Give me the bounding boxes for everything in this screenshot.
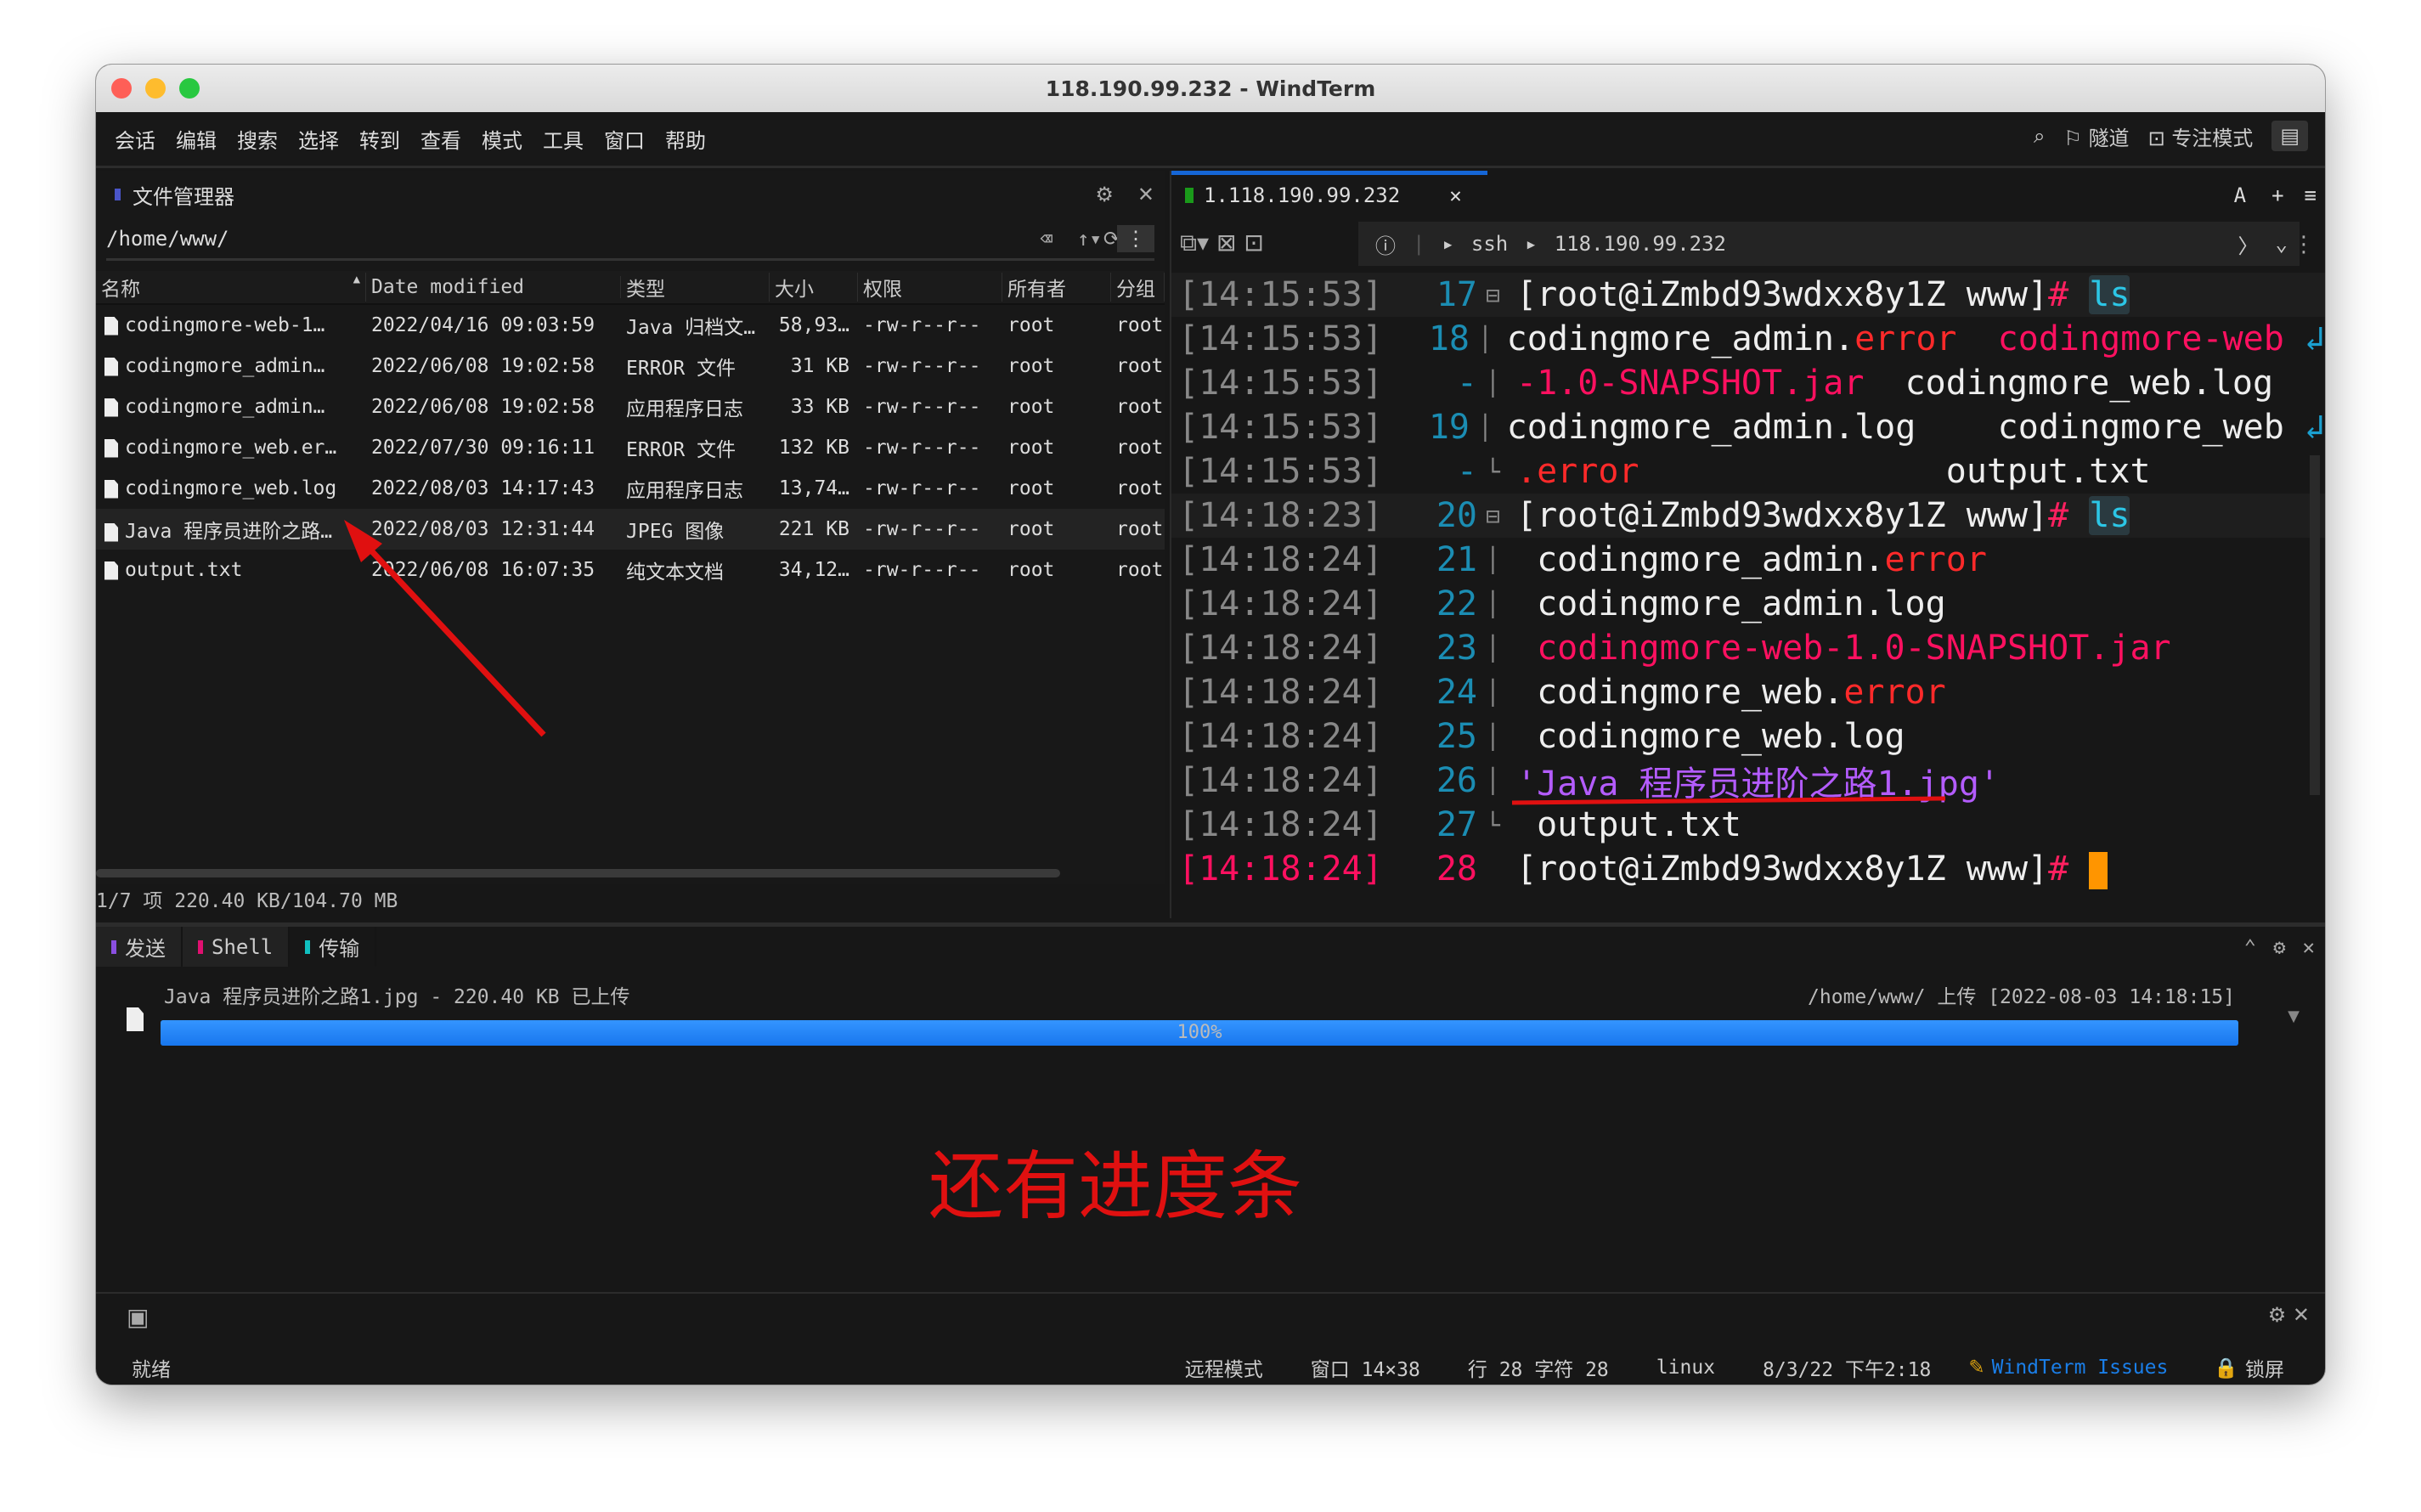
annotation-overlay bbox=[344, 520, 1946, 805]
annotation-underline bbox=[1511, 796, 1946, 805]
annotation-arrow bbox=[354, 533, 546, 737]
file-manager-footer: 1/7 项 220.40 KB/104.70 MB bbox=[96, 890, 398, 912]
